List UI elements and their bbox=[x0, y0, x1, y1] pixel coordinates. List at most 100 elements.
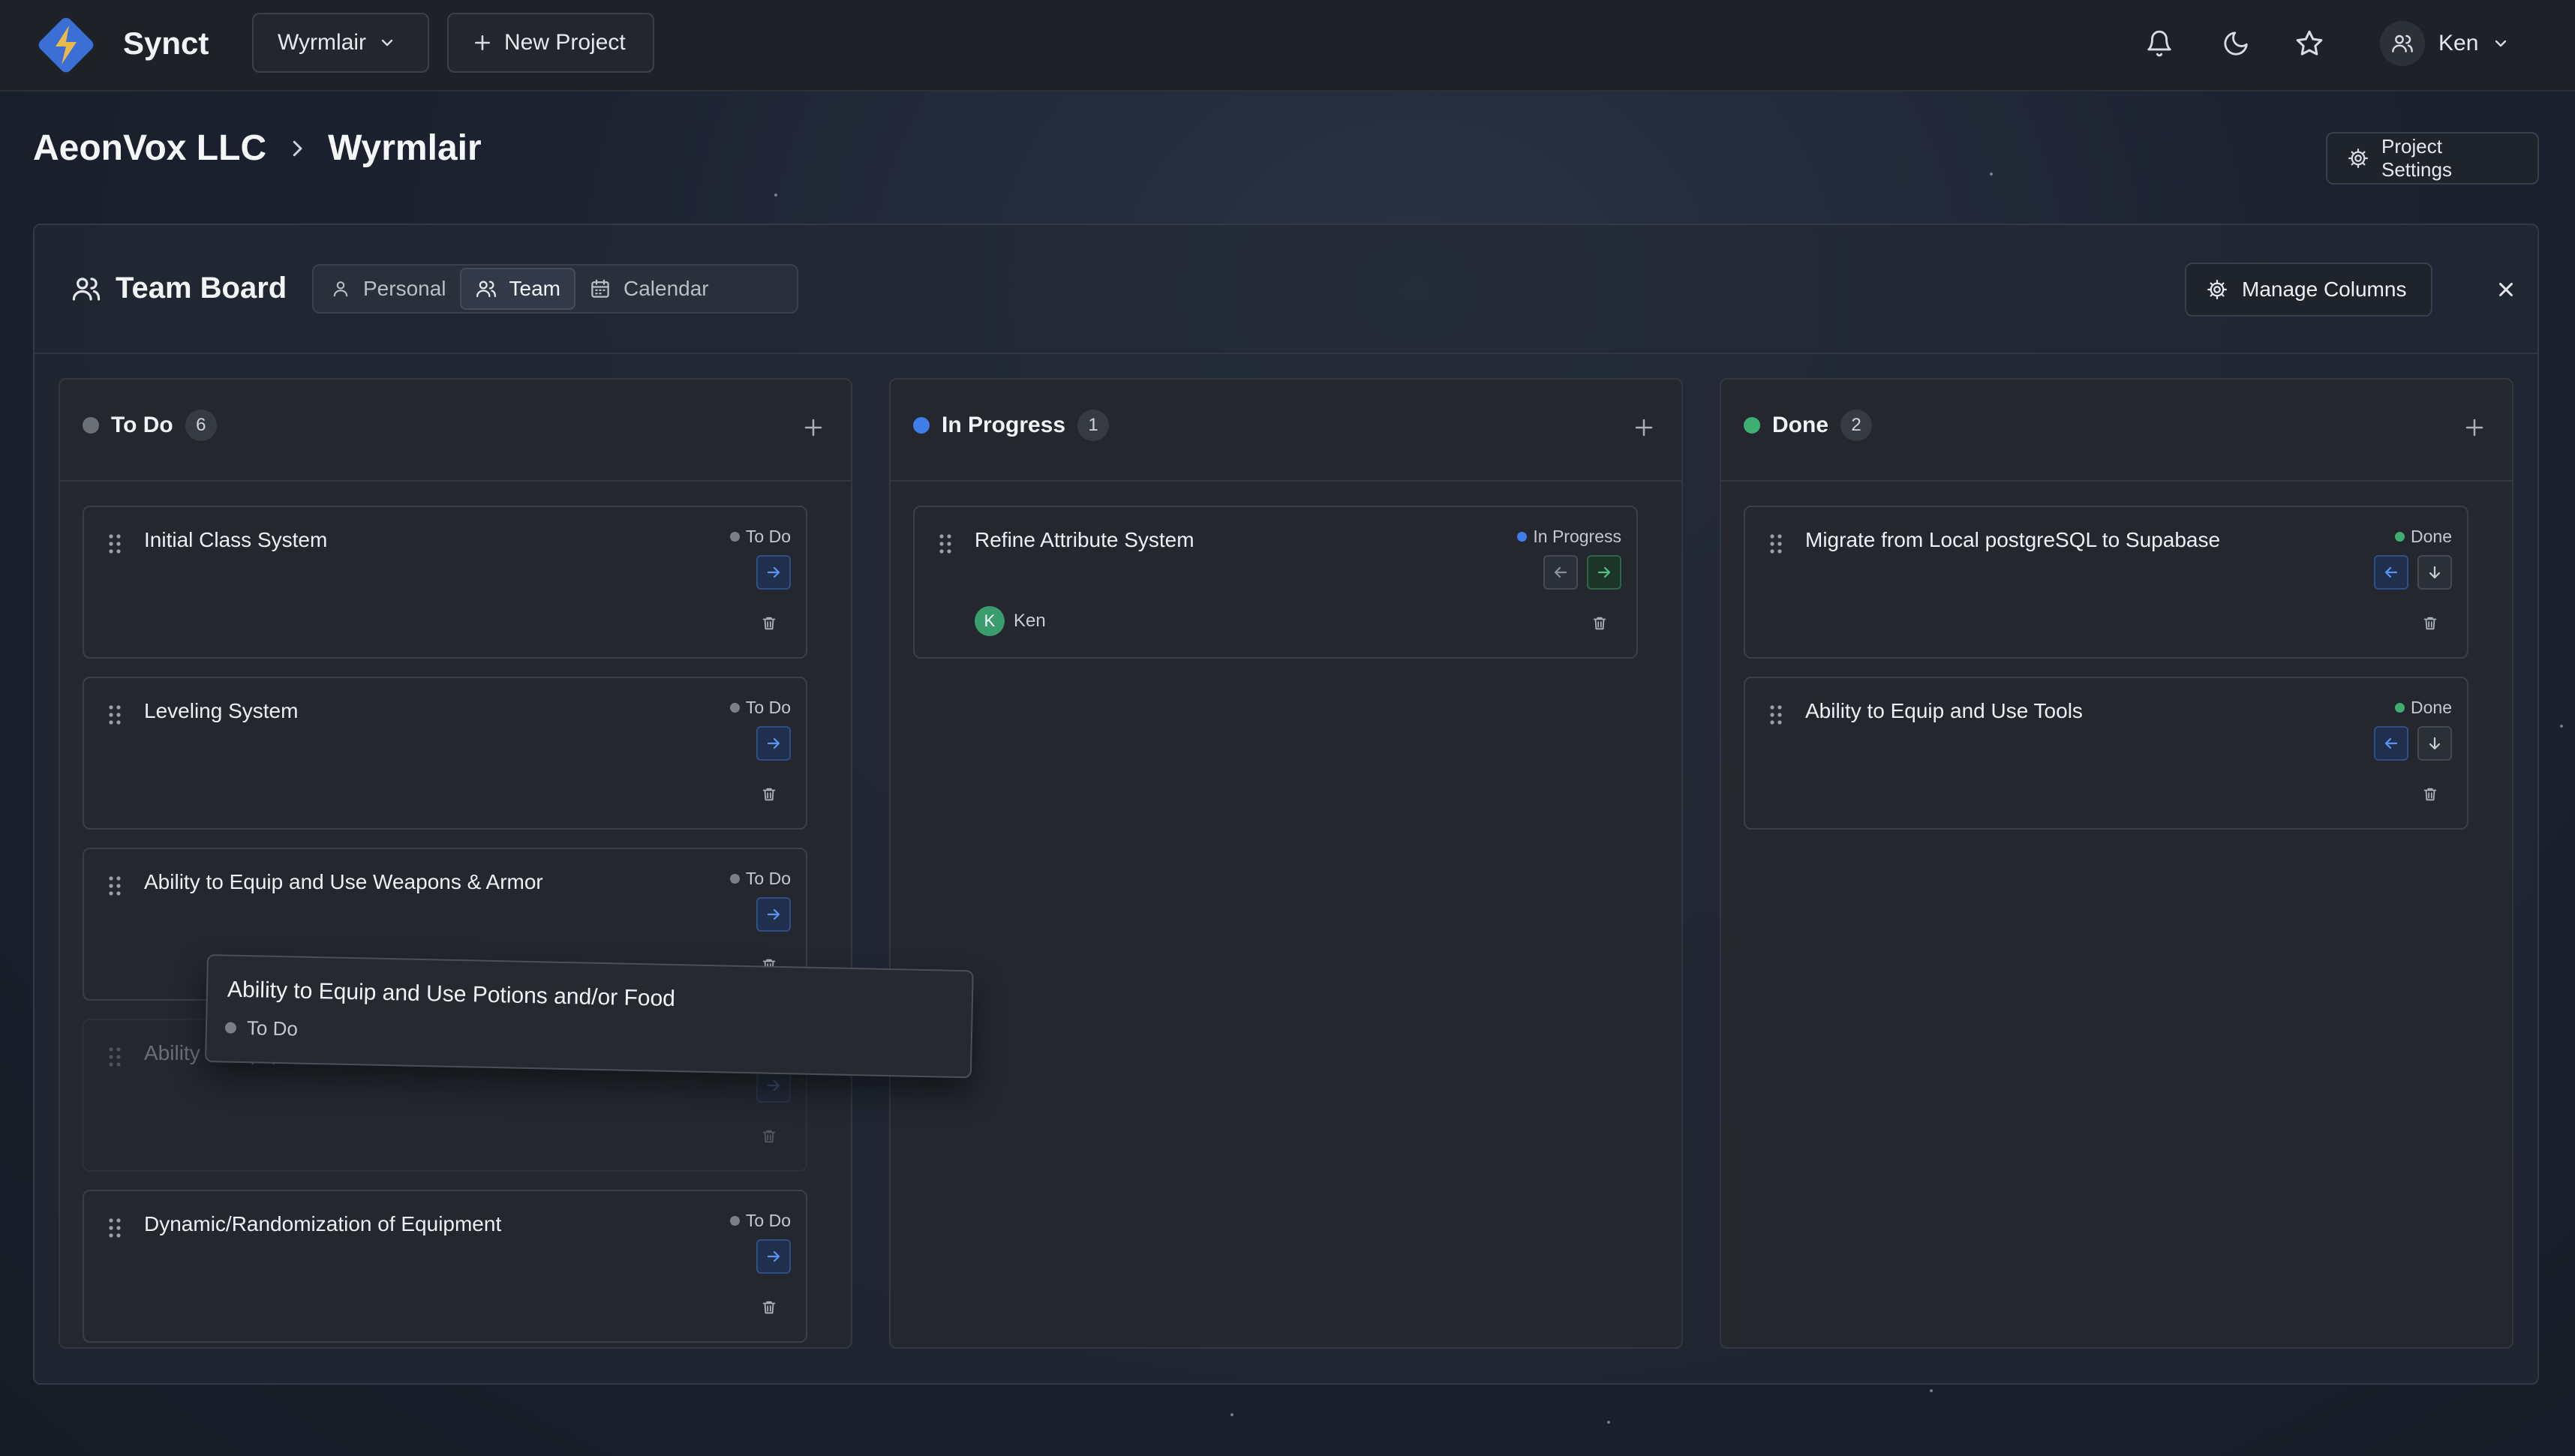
new-project-button[interactable]: New Project bbox=[447, 13, 654, 73]
assignee: K Ken bbox=[975, 606, 1046, 636]
status-badge: Done bbox=[2395, 527, 2452, 547]
add-card-plus-icon[interactable] bbox=[1629, 413, 1659, 443]
card-count-badge: 2 bbox=[1840, 410, 1872, 441]
breadcrumb-project: Wyrmlair bbox=[328, 128, 482, 168]
tab-personal[interactable]: Personal bbox=[317, 268, 460, 310]
task-card[interactable]: Dynamic/Randomization of Equipment To Do bbox=[83, 1190, 807, 1343]
top-nav: Synct Wyrmlair New Project Ken bbox=[0, 0, 2575, 92]
column-title: To Do bbox=[111, 413, 173, 437]
status-label: Done bbox=[2411, 527, 2452, 546]
gear-icon bbox=[2206, 278, 2228, 301]
trash-icon[interactable] bbox=[2419, 783, 2441, 806]
trash-icon[interactable] bbox=[2419, 612, 2441, 635]
user-icon bbox=[330, 278, 351, 299]
tab-personal-label: Personal bbox=[363, 277, 446, 300]
card-title: Dynamic/Randomization of Equipment bbox=[144, 1212, 502, 1235]
user-name: Ken bbox=[2438, 31, 2479, 56]
column-title: Done bbox=[1772, 413, 1828, 437]
drag-handle-icon[interactable] bbox=[107, 704, 123, 726]
arrow-left-icon[interactable] bbox=[1543, 555, 1578, 590]
trash-icon[interactable] bbox=[758, 1296, 780, 1319]
tab-calendar[interactable]: Calendar bbox=[575, 268, 723, 310]
trash-icon[interactable] bbox=[758, 612, 780, 635]
drag-handle-icon[interactable] bbox=[107, 533, 123, 555]
status-label: To Do bbox=[745, 698, 791, 717]
add-card-plus-icon[interactable] bbox=[798, 413, 828, 443]
arrow-right-icon[interactable] bbox=[756, 1239, 791, 1274]
view-tabs: Personal Team Calendar bbox=[312, 264, 798, 314]
breadcrumb-org[interactable]: AeonVox LLC bbox=[33, 128, 266, 169]
card-title: Ability to Equip and Use Weapons & Armor bbox=[144, 870, 543, 893]
add-card-plus-icon[interactable] bbox=[2459, 413, 2489, 443]
card-title: Ability to Equip and Use Potions and/or … bbox=[227, 977, 676, 1012]
arrow-left-icon[interactable] bbox=[2374, 555, 2408, 590]
arrow-down-icon[interactable] bbox=[2417, 555, 2452, 590]
status-dot bbox=[913, 417, 930, 434]
status-badge: To Do bbox=[729, 869, 791, 889]
app-name: Synct bbox=[123, 26, 209, 61]
arrow-right-icon[interactable] bbox=[756, 555, 791, 590]
trash-icon bbox=[758, 1125, 780, 1148]
moon-icon[interactable] bbox=[2215, 23, 2257, 65]
task-card[interactable]: Leveling System To Do bbox=[83, 677, 807, 830]
avatar bbox=[2380, 21, 2425, 66]
users-icon bbox=[475, 278, 497, 300]
drag-handle-icon[interactable] bbox=[107, 1217, 123, 1239]
plus-icon bbox=[473, 33, 492, 53]
arrow-left-icon[interactable] bbox=[2374, 726, 2408, 761]
card-title: Ability to Equip and Use Tools bbox=[1805, 699, 2083, 722]
tab-team[interactable]: Team bbox=[459, 268, 575, 310]
card-count-badge: 1 bbox=[1077, 410, 1110, 441]
board-header: Team Board Personal Team Calendar Manage… bbox=[35, 225, 2537, 354]
trash-icon[interactable] bbox=[1588, 612, 1611, 635]
project-selector[interactable]: Wyrmlair bbox=[252, 13, 429, 73]
status-badge: To Do bbox=[729, 698, 791, 718]
users-icon bbox=[2392, 35, 2413, 53]
task-card[interactable]: Ability to Equip and Use Tools Done bbox=[1744, 677, 2468, 830]
column-done: Done 2 Migrate from Local postgreSQL to … bbox=[1720, 378, 2513, 1349]
close-icon[interactable] bbox=[2488, 272, 2524, 308]
assignee-name: Ken bbox=[1014, 611, 1046, 631]
task-card[interactable]: Migrate from Local postgreSQL to Supabas… bbox=[1744, 506, 2468, 659]
project-settings-label: Project Settings bbox=[2381, 135, 2452, 181]
avatar: K bbox=[975, 606, 1005, 636]
column-header: In Progress 1 bbox=[891, 380, 1681, 482]
calendar-icon bbox=[589, 278, 611, 300]
status-label: Done bbox=[2411, 698, 2452, 717]
manage-columns-label: Manage Columns bbox=[2242, 278, 2407, 301]
drag-handle-icon[interactable] bbox=[1768, 533, 1784, 555]
drag-handle-icon[interactable] bbox=[1768, 704, 1784, 726]
card-title: Migrate from Local postgreSQL to Supabas… bbox=[1805, 528, 2221, 551]
manage-columns-button[interactable]: Manage Columns bbox=[2185, 263, 2432, 317]
column-title: In Progress bbox=[942, 413, 1066, 437]
team-board-panel: Team Board Personal Team Calendar Manage… bbox=[33, 224, 2539, 1385]
tab-calendar-label: Calendar bbox=[623, 277, 709, 300]
task-card[interactable]: Initial Class System To Do bbox=[83, 506, 807, 659]
arrow-right-icon[interactable] bbox=[756, 897, 791, 932]
star-icon[interactable] bbox=[2288, 23, 2330, 65]
card-count-badge: 6 bbox=[185, 410, 217, 441]
trash-icon[interactable] bbox=[758, 783, 780, 806]
drag-handle-icon[interactable] bbox=[107, 875, 123, 897]
dragging-card[interactable]: Ability to Equip and Use Potions and/or … bbox=[204, 954, 974, 1079]
card-title: Leveling System bbox=[144, 699, 299, 722]
arrow-right-icon[interactable] bbox=[1587, 555, 1621, 590]
new-project-label: New Project bbox=[504, 30, 626, 55]
synct-logo-icon[interactable] bbox=[32, 11, 101, 80]
column-header: Done 2 bbox=[1721, 380, 2512, 482]
arrow-right-icon[interactable] bbox=[756, 726, 791, 761]
status-badge: To Do bbox=[729, 527, 791, 547]
status-dot bbox=[83, 417, 99, 434]
status-label: To Do bbox=[246, 1016, 299, 1040]
column-todo: To Do 6 Initial Class System To Do Level… bbox=[59, 378, 852, 1349]
status-badge: To Do bbox=[224, 1016, 299, 1041]
status-badge: To Do bbox=[729, 1211, 791, 1231]
project-settings-button[interactable]: Project Settings bbox=[2326, 132, 2539, 185]
bell-icon[interactable] bbox=[2138, 23, 2180, 65]
user-menu[interactable]: Ken bbox=[2380, 17, 2527, 71]
drag-handle-icon[interactable] bbox=[937, 533, 954, 555]
task-card[interactable]: Refine Attribute System In Progress K Ke… bbox=[913, 506, 1638, 659]
breadcrumb: AeonVox LLC Wyrmlair bbox=[33, 128, 482, 169]
arrow-down-icon[interactable] bbox=[2417, 726, 2452, 761]
board-title: Team Board bbox=[71, 272, 287, 305]
